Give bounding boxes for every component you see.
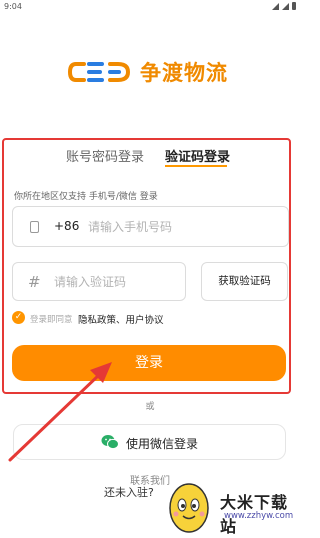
login-screen: 9:04 争渡物流 账号密码登录 验证码登录 你所在地区仅支持 手机号/微信 登… xyxy=(0,0,300,538)
annotation-arrow-icon xyxy=(8,362,112,462)
watermark: 大米下载站 www.zzhyw.com xyxy=(162,475,300,538)
watermark-url: www.zzhyw.com xyxy=(224,511,294,521)
watermark-mascot-icon xyxy=(169,483,209,533)
